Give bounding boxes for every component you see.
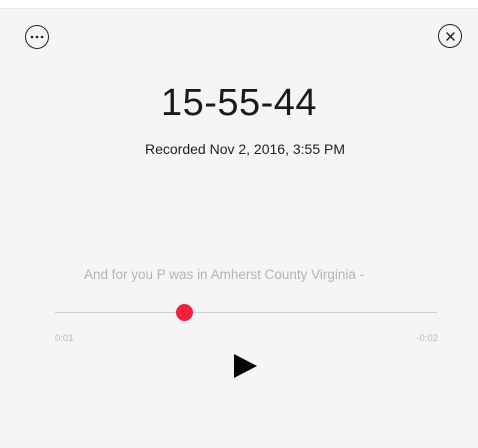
remaining-time: -0:02 <box>416 333 438 344</box>
playback-scrubber-track[interactable] <box>55 312 437 313</box>
ellipsis-icon <box>30 35 44 39</box>
close-icon <box>445 31 455 41</box>
voice-memo-detail-panel: 15-55-44 Recorded Nov 2, 2016, 3:55 PM A… <box>0 0 478 448</box>
transcript-text: And for you P was in Amherst County Virg… <box>84 267 365 282</box>
play-button[interactable] <box>229 351 261 381</box>
more-options-button[interactable] <box>25 25 49 49</box>
elapsed-time: 0:01 <box>55 333 74 344</box>
play-icon <box>234 354 257 378</box>
recording-title: 15-55-44 <box>160 82 318 124</box>
recorded-date: Recorded Nov 2, 2016, 3:55 PM <box>144 141 345 157</box>
close-button[interactable] <box>438 24 462 48</box>
playback-scrubber-thumb[interactable] <box>176 304 194 321</box>
top-divider <box>0 0 478 9</box>
